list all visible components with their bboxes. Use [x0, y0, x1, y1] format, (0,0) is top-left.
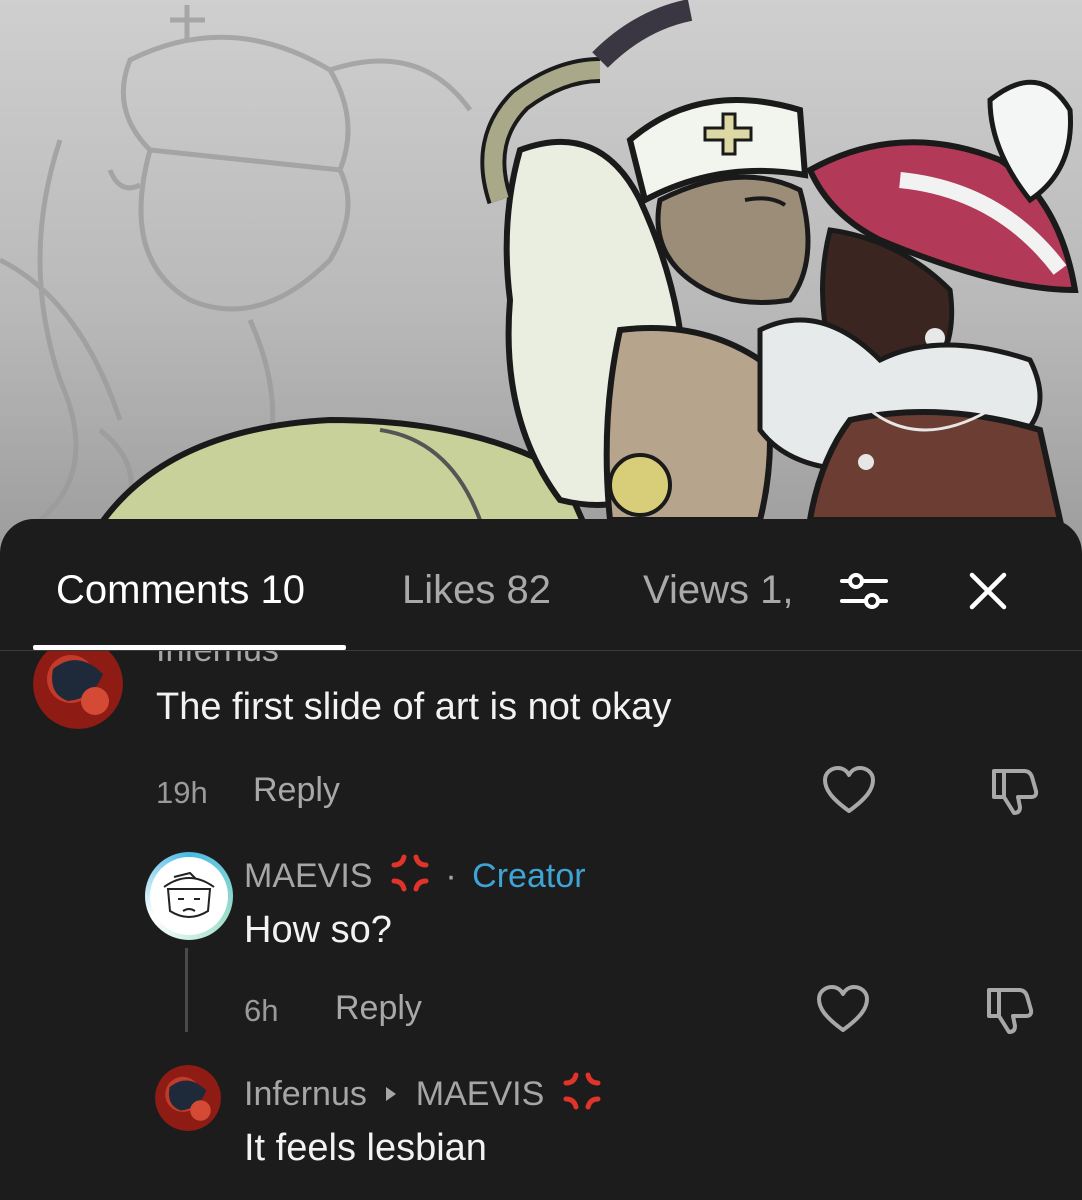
anger-symbol-icon: [562, 1071, 602, 1120]
comments-sheet: Comments 10 Likes 82 Views 1, The first …: [0, 519, 1082, 1200]
comment-timestamp: 6h: [244, 993, 279, 1028]
tab-likes[interactable]: Likes 82: [402, 567, 551, 613]
tab-views[interactable]: Views 1,: [643, 567, 803, 613]
comment-username: Infernus MAEVIS: [244, 1071, 602, 1120]
creator-label: Creator: [472, 857, 586, 895]
tab-comments[interactable]: Comments 10: [56, 567, 305, 613]
comment-text: How so?: [244, 909, 392, 951]
reply-button[interactable]: Reply: [335, 989, 422, 1028]
creator-avatar[interactable]: [145, 852, 233, 940]
creator-username[interactable]: MAEVIS: [244, 857, 372, 895]
comment-username[interactable]: Infernus: [156, 651, 279, 670]
avatar[interactable]: [155, 1065, 221, 1131]
thread-line: [185, 948, 188, 1032]
post-artwork: [0, 0, 1082, 560]
comment-list: Infernus The first slide of art is not o…: [0, 651, 1082, 1200]
comment-text: The first slide of art is not okay: [156, 686, 672, 728]
heart-icon[interactable]: [821, 765, 877, 817]
thumbs-down-icon[interactable]: [986, 765, 1042, 817]
reply-to-username[interactable]: MAEVIS: [416, 1075, 544, 1113]
triangle-right-icon: [384, 1073, 398, 1112]
comment-text: It feels lesbian: [244, 1127, 487, 1169]
heart-icon[interactable]: [815, 984, 871, 1036]
sliders-icon[interactable]: [836, 563, 892, 619]
reply-button[interactable]: Reply: [253, 771, 340, 810]
avatar[interactable]: [33, 651, 123, 729]
anger-symbol-icon: [390, 853, 430, 902]
artwork-illustration: [0, 0, 1079, 560]
close-icon[interactable]: [960, 563, 1016, 619]
thumbs-down-icon[interactable]: [981, 984, 1037, 1036]
comment-username: MAEVIS · Creator: [244, 853, 586, 902]
reply-author[interactable]: Infernus: [244, 1075, 367, 1113]
separator-dot: ·: [445, 857, 457, 895]
tab-bar: Comments 10 Likes 82 Views 1,: [0, 519, 1082, 651]
comment-timestamp: 19h: [156, 775, 208, 810]
